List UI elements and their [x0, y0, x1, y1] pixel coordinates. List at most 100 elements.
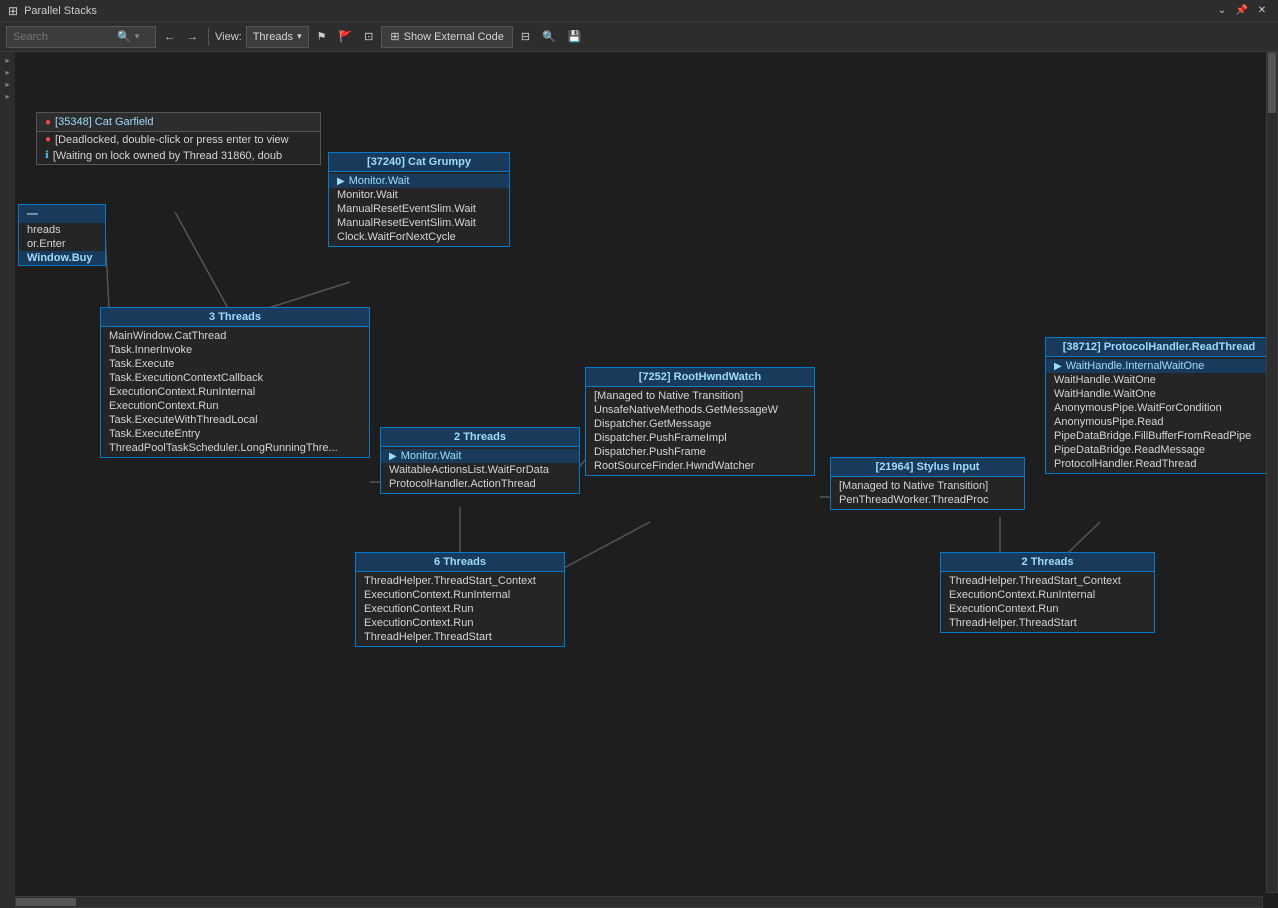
root-hwnd-body: [Managed to Native Transition] UnsafeNat…	[586, 387, 814, 475]
filter-btn[interactable]: ⚑	[313, 26, 331, 48]
v-scrollbar-thumb[interactable]	[1268, 53, 1276, 113]
six-threads-body: ThreadHelper.ThreadStart_Context Executi…	[356, 572, 564, 646]
left-row-1: hreads	[19, 223, 105, 237]
cat-grumpy-node: [37240] Cat Grumpy ▶ Monitor.Wait Monito…	[328, 152, 510, 247]
tt-row-7: Task.ExecuteWithThreadLocal	[101, 413, 369, 427]
arrow-icon-3: ▶	[1054, 361, 1062, 372]
tt-row-6: ExecutionContext.Run	[101, 399, 369, 413]
pin-btn[interactable]: 📌	[1234, 3, 1250, 19]
tb-row-2: ExecutionContext.RunInternal	[941, 588, 1154, 602]
title-bar-left: ⊞ Parallel Stacks	[8, 4, 97, 18]
grumpy-row-1: ▶ Monitor.Wait	[329, 174, 509, 188]
grumpy-row-2: Monitor.Wait	[329, 188, 509, 202]
info-icon: ℹ	[45, 150, 49, 161]
ph-row-8: ProtocolHandler.ReadThread	[1046, 457, 1272, 471]
ph-row-2: WaitHandle.WaitOne	[1046, 373, 1272, 387]
search-canvas-btn[interactable]: 🔍	[538, 26, 560, 48]
dropdown-btn[interactable]: ⌄	[1214, 3, 1230, 19]
nav-forward-btn[interactable]: →	[183, 26, 202, 48]
search-icon: 🔍	[117, 30, 131, 43]
garfield-text-1: [Deadlocked, double-click or press enter…	[55, 134, 289, 146]
edge-btn-3[interactable]: ▸	[3, 80, 13, 90]
search-dropdown-icon[interactable]: ▾	[135, 31, 140, 42]
frame-toggle-btn[interactable]: ⊡	[360, 26, 377, 48]
layout-btn[interactable]: ⊟	[517, 26, 534, 48]
view-option-label: Threads	[253, 31, 293, 43]
left-panel-header: —	[19, 205, 105, 223]
vertical-scrollbar[interactable]	[1266, 52, 1278, 893]
rh-row-4: Dispatcher.PushFrameImpl	[586, 431, 814, 445]
tb-row-3: ExecutionContext.Run	[941, 602, 1154, 616]
protocol-handler-node: [38712] ProtocolHandler.ReadThread ▶ Wai…	[1045, 337, 1273, 474]
grumpy-row-4: ManualResetEventSlim.Wait	[329, 216, 509, 230]
separator-1	[208, 28, 209, 46]
protocol-handler-body: ▶ WaitHandle.InternalWaitOne WaitHandle.…	[1046, 357, 1272, 473]
rh-row-6: RootSourceFinder.HwndWatcher	[586, 459, 814, 473]
rh-row-1: [Managed to Native Transition]	[586, 389, 814, 403]
left-panel-node: — hreads or.Enter Window.Buy	[18, 204, 106, 266]
left-panel-body: hreads or.Enter Window.Buy	[19, 223, 105, 265]
edge-btn-4[interactable]: ▸	[3, 92, 13, 102]
title-bar: ⊞ Parallel Stacks ⌄ 📌 ✕	[0, 0, 1278, 22]
view-label: View:	[215, 31, 242, 43]
search-box[interactable]: 🔍 ▾	[6, 26, 156, 48]
save-btn[interactable]: 💾	[564, 26, 586, 48]
protocol-handler-header: [38712] ProtocolHandler.ReadThread	[1046, 338, 1272, 357]
garfield-error-icon: ●	[45, 117, 51, 128]
tt-row-1: MainWindow.CatThread	[101, 329, 369, 343]
rh-row-5: Dispatcher.PushFrame	[586, 445, 814, 459]
three-threads-header: 3 Threads	[101, 308, 369, 327]
stylus-header: [21964] Stylus Input	[831, 458, 1024, 477]
root-hwnd-header: [7252] RootHwndWatch	[586, 368, 814, 387]
deadlock-icon: ●	[45, 134, 51, 145]
nav-back-btn[interactable]: ←	[160, 26, 179, 48]
garfield-text-2: [Waiting on lock owned by Thread 31860, …	[53, 150, 282, 162]
arrow-icon-2: ▶	[389, 451, 397, 462]
show-ext-label: Show External Code	[404, 31, 504, 43]
search-input[interactable]	[13, 31, 113, 43]
close-btn[interactable]: ✕	[1254, 3, 1270, 19]
two-threads-a-node: 2 Threads ▶ Monitor.Wait WaitableActions…	[380, 427, 580, 494]
tt-row-5: ExecutionContext.RunInternal	[101, 385, 369, 399]
ph-row-7: PipeDataBridge.ReadMessage	[1046, 443, 1272, 457]
canvas-area[interactable]: — hreads or.Enter Window.Buy ● [35348] C…	[0, 52, 1278, 908]
tta-row-2: WaitableActionsList.WaitForData	[381, 463, 579, 477]
show-external-code-btn[interactable]: ⊞ Show External Code	[381, 26, 513, 48]
st-row-2: ExecutionContext.RunInternal	[356, 588, 564, 602]
edge-btn-2[interactable]: ▸	[3, 68, 13, 78]
garfield-row-2: ℹ [Waiting on lock owned by Thread 31860…	[37, 148, 320, 164]
h-scrollbar-thumb[interactable]	[16, 898, 76, 906]
toolbar: 🔍 ▾ ← → View: Threads ▾ ⚑ 🚩 ⊡ ⊞ Show Ext…	[0, 22, 1278, 52]
tb-row-4: ThreadHelper.ThreadStart	[941, 616, 1154, 630]
view-dropdown-arrow: ▾	[297, 31, 302, 42]
garfield-row-1: ● [Deadlocked, double-click or press ent…	[37, 132, 320, 148]
rh-row-2: UnsafeNativeMethods.GetMessageW	[586, 403, 814, 417]
si-row-2: PenThreadWorker.ThreadProc	[831, 493, 1024, 507]
flag-btn[interactable]: 🚩	[334, 26, 356, 48]
stylus-input-node: [21964] Stylus Input [Managed to Native …	[830, 457, 1025, 510]
parallel-stacks-icon: ⊞	[8, 4, 18, 18]
st-row-4: ExecutionContext.Run	[356, 616, 564, 630]
left-row-3: Window.Buy	[19, 251, 105, 265]
grumpy-row-5: Clock.WaitForNextCycle	[329, 230, 509, 244]
st-row-5: ThreadHelper.ThreadStart	[356, 630, 564, 644]
edge-btn-1[interactable]: ▸	[3, 56, 13, 66]
two-threads-b-node: 2 Threads ThreadHelper.ThreadStart_Conte…	[940, 552, 1155, 633]
ph-row-6: PipeDataBridge.FillBufferFromReadPipe	[1046, 429, 1272, 443]
tta-row-1: ▶ Monitor.Wait	[381, 449, 579, 463]
tb-row-1: ThreadHelper.ThreadStart_Context	[941, 574, 1154, 588]
ph-row-5: AnonymousPipe.Read	[1046, 415, 1272, 429]
ph-row-4: AnonymousPipe.WaitForCondition	[1046, 401, 1272, 415]
view-dropdown[interactable]: Threads ▾	[246, 26, 309, 48]
tt-row-2: Task.InnerInvoke	[101, 343, 369, 357]
stylus-body: [Managed to Native Transition] PenThread…	[831, 477, 1024, 509]
tt-row-9: ThreadPoolTaskScheduler.LongRunningThre.…	[101, 441, 369, 455]
six-threads-header: 6 Threads	[356, 553, 564, 572]
three-threads-node: 3 Threads MainWindow.CatThread Task.Inne…	[100, 307, 370, 458]
st-row-1: ThreadHelper.ThreadStart_Context	[356, 574, 564, 588]
grumpy-row-3: ManualResetEventSlim.Wait	[329, 202, 509, 216]
left-edge-panel: ▸ ▸ ▸ ▸	[0, 52, 15, 908]
horizontal-scrollbar[interactable]	[15, 896, 1263, 908]
tta-row-3: ProtocolHandler.ActionThread	[381, 477, 579, 491]
title-bar-right: ⌄ 📌 ✕	[1214, 3, 1270, 19]
